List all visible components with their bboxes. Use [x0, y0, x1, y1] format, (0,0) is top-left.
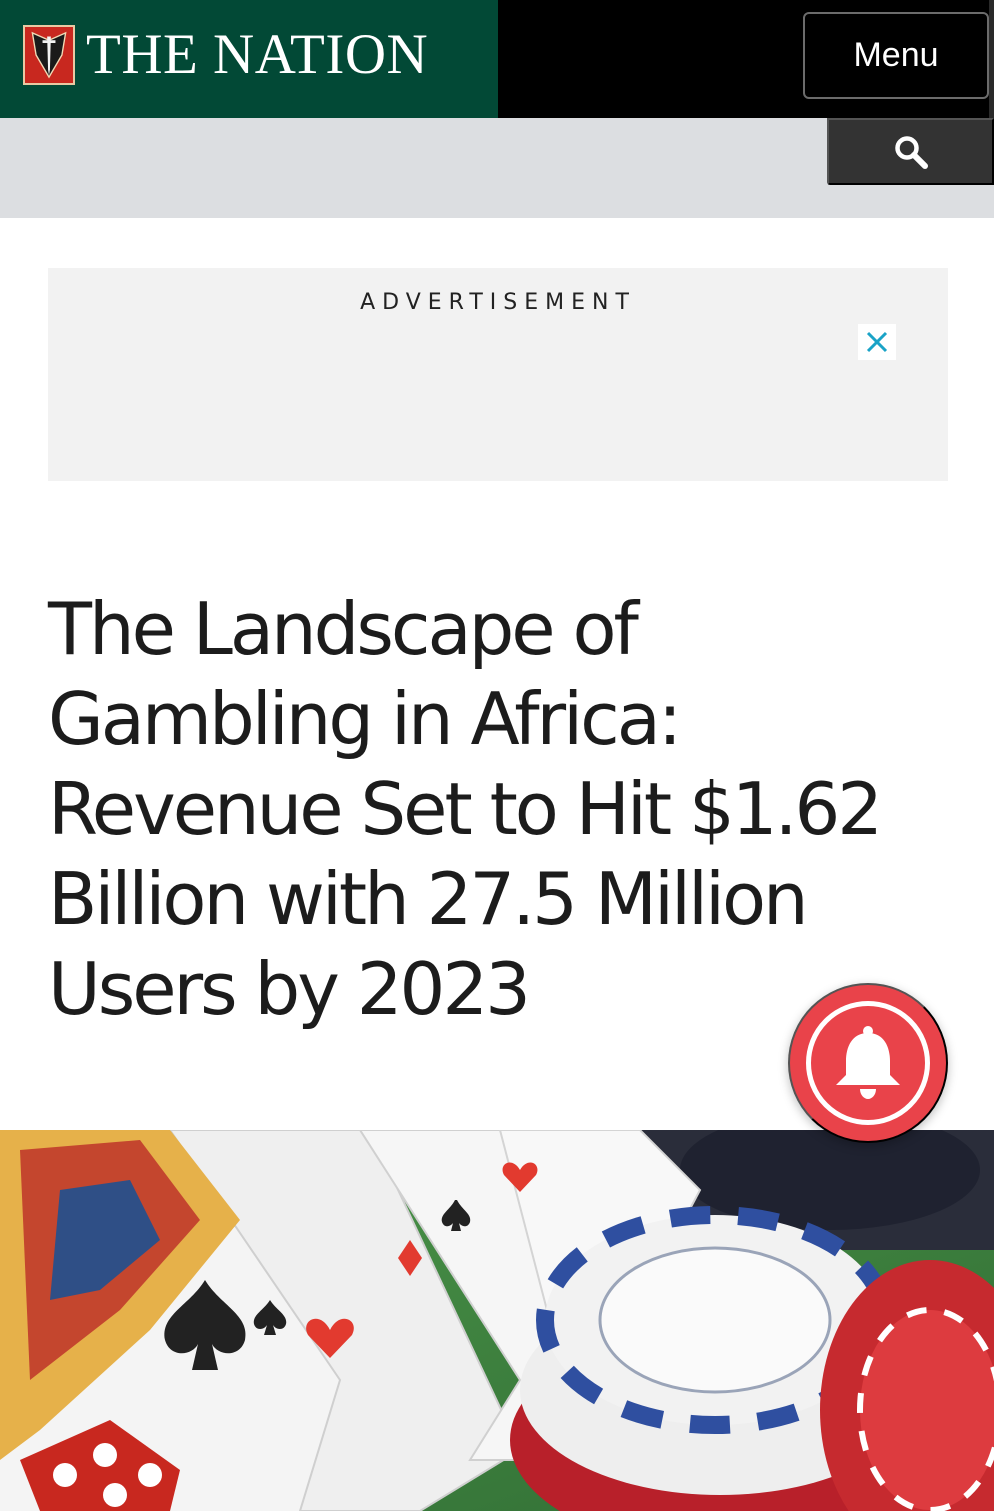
brand-logo-link[interactable]: THE NATION	[0, 0, 498, 118]
menu-button[interactable]: Menu	[803, 12, 989, 99]
notification-bell-ring	[806, 1001, 930, 1125]
top-bar: THE NATION Menu	[0, 0, 994, 118]
article-headline: The Landscape of Gambling in Africa: Rev…	[48, 587, 883, 1031]
advertisement-label: ADVERTISEMENT	[360, 290, 636, 315]
dagger-shield-icon	[23, 25, 75, 85]
close-icon	[866, 331, 888, 353]
hero-image	[0, 1130, 994, 1511]
advertisement-banner: ADVERTISEMENT	[48, 268, 948, 481]
search-icon	[894, 135, 928, 169]
search-button[interactable]	[827, 118, 994, 185]
scrollbar[interactable]	[989, 0, 994, 118]
ad-close-button[interactable]	[858, 324, 896, 360]
brand-name: THE NATION	[86, 23, 429, 86]
notification-bell-button[interactable]	[788, 983, 948, 1143]
bell-icon	[836, 1026, 900, 1099]
